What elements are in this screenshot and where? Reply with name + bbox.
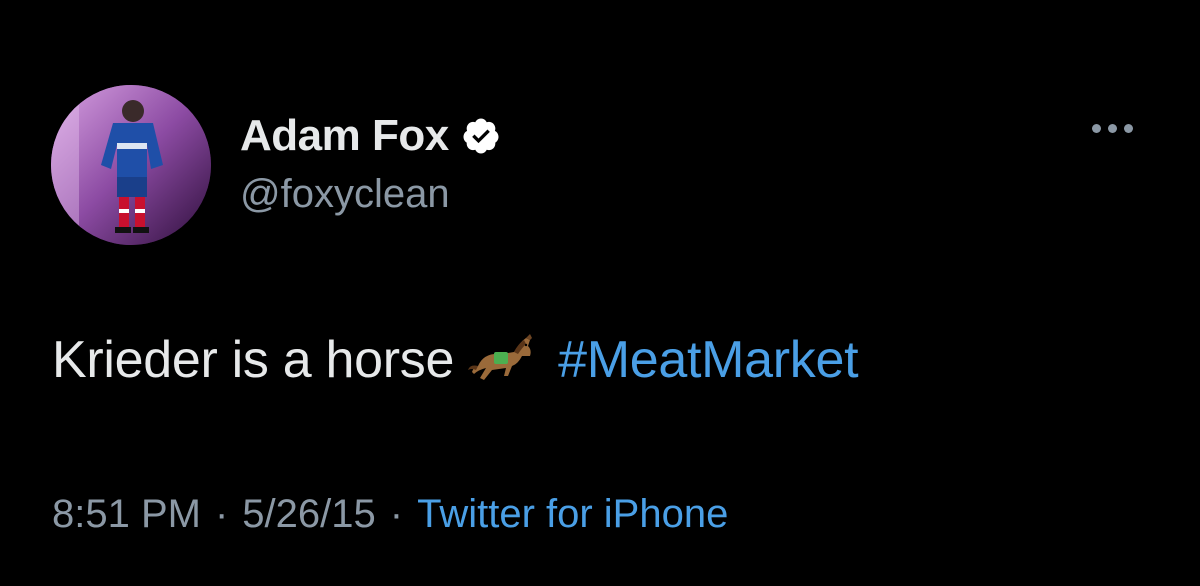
avatar-photo [51,85,211,245]
more-options-icon[interactable] [1092,124,1133,133]
author-name-row: Adam Fox [240,108,501,164]
tweet-text: Krieder is a horse #MeatMarket [52,327,859,393]
avatar[interactable] [51,85,211,245]
tweet-date[interactable]: 5/26/15 [242,488,375,540]
author-handle[interactable]: @foxyclean [240,168,450,220]
tweet-meta: 8:51 PM · 5/26/15 · Twitter for iPhone [52,488,728,540]
author-display-name[interactable]: Adam Fox [240,108,449,164]
horse-racing-emoji-icon [468,334,533,380]
meta-separator: · [214,492,229,536]
tweet-text-body: Krieder is a horse [52,331,455,389]
meta-separator-2: · [389,492,404,536]
verified-badge-icon [463,118,499,154]
tweet-time[interactable]: 8:51 PM [52,488,201,540]
hashtag-link[interactable]: #MeatMarket [558,327,858,393]
tweet-source-link[interactable]: Twitter for iPhone [417,488,728,540]
